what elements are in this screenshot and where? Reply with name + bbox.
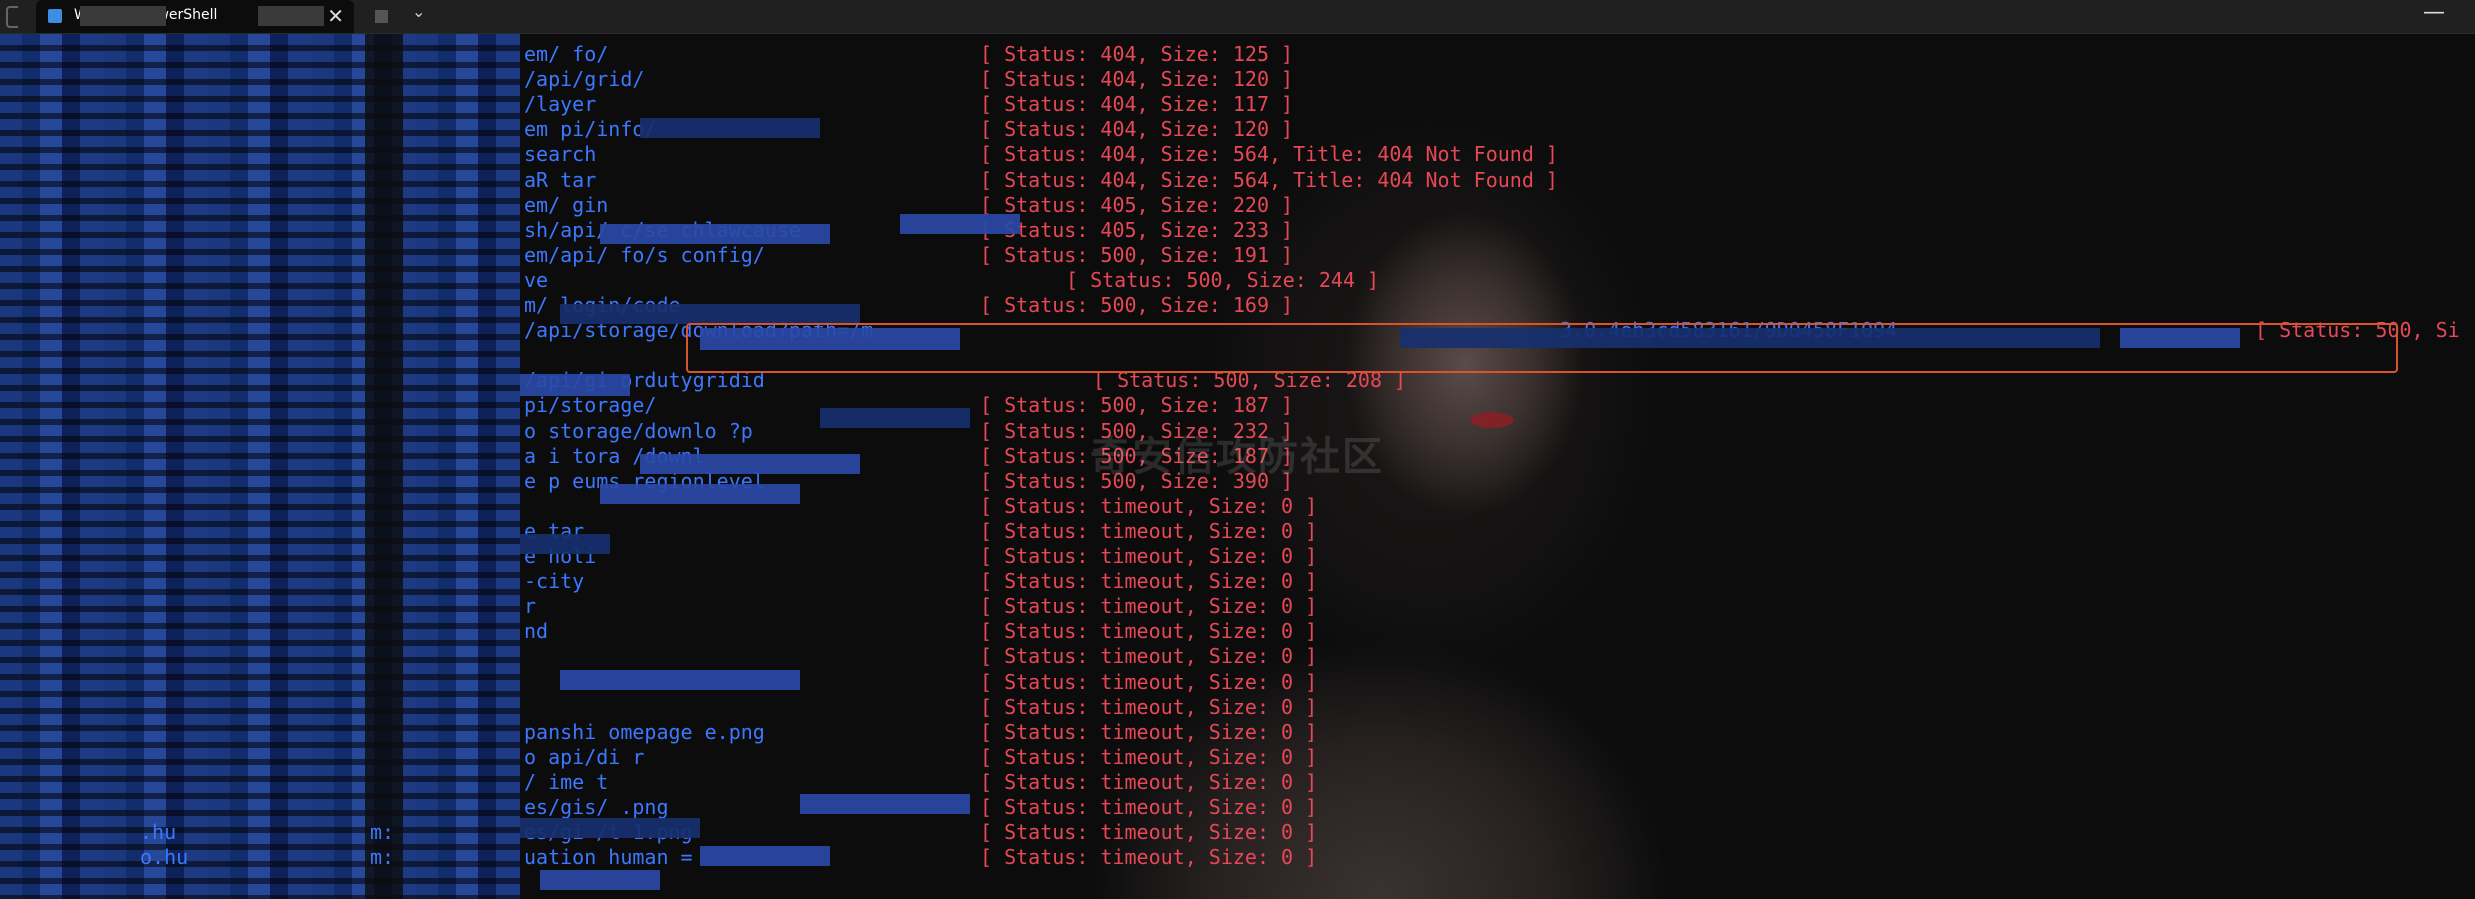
redacted-block (560, 304, 860, 324)
terminal-line-status: [ Status: timeout, Size: 0 ] (980, 670, 1318, 694)
terminal-line-status: [ Status: 404, Size: 564, Title: 404 Not… (980, 142, 1558, 166)
terminal-line-status: [ Status: timeout, Size: 0 ] (980, 720, 1318, 744)
terminal-line-status: [ Status: 405, Size: 233 ] (980, 218, 1294, 242)
terminal-left-fragment: m: (370, 845, 395, 869)
terminal-left-fragment: o.hu (140, 845, 189, 869)
title-bar: Windows PowerShell ✕ ⌄ — (0, 0, 2475, 34)
terminal-line-path: r (524, 594, 537, 618)
new-tab-button[interactable] (370, 5, 392, 27)
terminal-line-status: [ Status: 500, Size: 191 ] (980, 243, 1294, 267)
terminal-line-status: [ Status: timeout, Size: 0 ] (980, 494, 1318, 518)
terminal-line-status: [ Status: timeout, Size: 0 ] (980, 519, 1318, 543)
terminal-line-status: [ Status: 500, Size: 187 ] (980, 393, 1294, 417)
terminal-line-status: [ Status: timeout, Size: 0 ] (980, 644, 1318, 668)
redacted-block (80, 6, 166, 26)
terminal-line-status: [ Status: timeout, Size: 0 ] (980, 745, 1318, 769)
redacted-block (258, 6, 324, 26)
redacted-block (520, 534, 610, 554)
redacted-block (600, 224, 830, 244)
terminal-line-status: [ Status: timeout, Size: 0 ] (980, 695, 1318, 719)
terminal-line-path: em/ fo/ (524, 42, 609, 66)
terminal-line-status: [ Status: 404, Size: 125 ] (980, 42, 1294, 66)
redacted-column (0, 34, 520, 899)
highlight-box (686, 323, 2398, 373)
terminal-line-path: aR tar (524, 168, 597, 192)
terminal-line-path: panshi omepage e.png (524, 720, 765, 744)
terminal-line-status: [ Status: timeout, Size: 0 ] (980, 619, 1318, 643)
terminal-line-status: [ Status: 405, Size: 220 ] (980, 193, 1294, 217)
terminal-line-status: [ Status: timeout, Size: 0 ] (980, 820, 1318, 844)
terminal-output[interactable]: em/ fo/ [ Status: 404, Size: 125 ] /api/gr… (0, 34, 2475, 899)
terminal-line-status: [ Status: 500, Size: 244 ] (1066, 268, 1380, 292)
redacted-block (800, 794, 970, 814)
redacted-block (560, 670, 800, 690)
terminal-line-path: ve (524, 268, 549, 292)
window-menu-icon[interactable] (6, 6, 18, 28)
redacted-block (520, 818, 700, 838)
terminal-line-status: [ Status: timeout, Size: 0 ] (980, 544, 1318, 568)
redacted-block (640, 118, 820, 138)
tab-powershell[interactable]: Windows PowerShell ✕ (36, 0, 354, 33)
redacted-block (700, 846, 830, 866)
redacted-gap (365, 34, 403, 899)
powershell-icon (48, 9, 62, 23)
terminal-line-path: em/api/ fo/s config/ (524, 243, 765, 267)
redacted-block (540, 870, 660, 890)
redacted-block (600, 484, 800, 504)
terminal-line-path: /layer (524, 92, 597, 116)
terminal-left-fragment: m: (370, 820, 395, 844)
terminal-line-status: [ Status: 404, Size: 120 ] (980, 67, 1294, 91)
terminal-line-path: search (524, 142, 597, 166)
watermark: 奇安信攻防社区 (1090, 434, 1384, 480)
terminal-line-path: em/ gin (524, 193, 609, 217)
minimize-button[interactable]: — (2423, 0, 2445, 25)
terminal-line-status: [ Status: timeout, Size: 0 ] (980, 594, 1318, 618)
background-image-detail (1470, 412, 1514, 428)
terminal-line-status: [ Status: timeout, Size: 0 ] (980, 770, 1318, 794)
new-tab-icon (375, 10, 388, 23)
terminal-line-path: o api/di r (524, 745, 645, 769)
terminal-line-status: [ Status: timeout, Size: 0 ] (980, 795, 1318, 819)
terminal-line-path: pi/storage/ (524, 393, 657, 417)
terminal-left-fragment: .hu (140, 820, 177, 844)
terminal-line-path: es/gis/ .png (524, 795, 669, 819)
redacted-block (900, 214, 1020, 234)
terminal-line-path: / ime t (524, 770, 609, 794)
terminal-line-status: [ Status: timeout, Size: 0 ] (980, 569, 1318, 593)
terminal-line-path: -city (524, 569, 585, 593)
terminal-line-path: uation human = (524, 845, 693, 869)
terminal-line-status: [ Status: 404, Size: 564, Title: 404 Not… (980, 168, 1558, 192)
terminal-line-path: /api/grid/ (524, 67, 645, 91)
terminal-line-path: em pi/info/ (524, 117, 657, 141)
terminal-line-status: [ Status: 500, Size: 169 ] (980, 293, 1294, 317)
close-tab-icon[interactable]: ✕ (327, 4, 344, 28)
terminal-line-status: [ Status: 404, Size: 117 ] (980, 92, 1294, 116)
terminal-line-status: [ Status: timeout, Size: 0 ] (980, 845, 1318, 869)
redacted-block (820, 408, 970, 428)
terminal-line-path: o storage/downlo ?p (524, 419, 753, 443)
terminal-line-status: [ Status: 404, Size: 120 ] (980, 117, 1294, 141)
redacted-block (640, 454, 860, 474)
redacted-block (520, 374, 630, 396)
chevron-down-icon[interactable]: ⌄ (412, 2, 425, 21)
terminal-line-path: nd (524, 619, 549, 643)
